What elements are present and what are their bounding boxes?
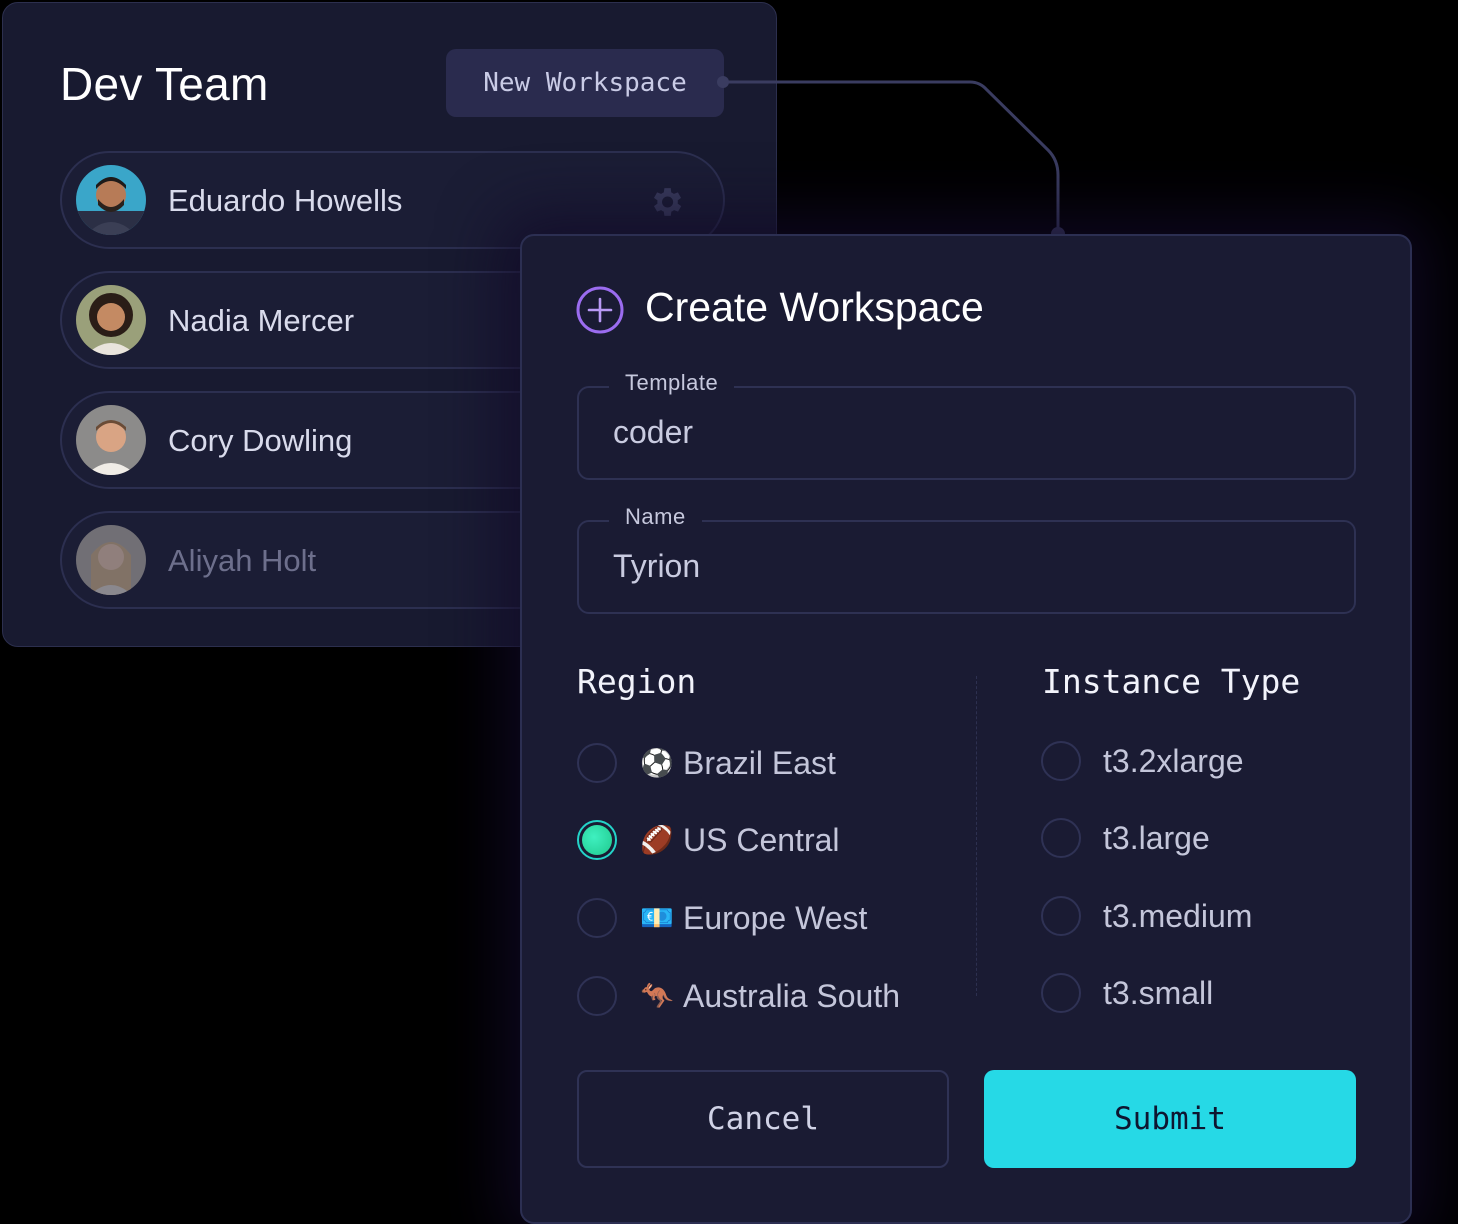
plus-circle-icon [576,286,624,334]
template-label: Template [609,370,735,396]
instance-option-t3-small[interactable]: t3.small [1041,971,1213,1015]
football-icon: 🏈 [640,825,674,855]
name-field[interactable]: Name [577,504,1356,614]
template-field[interactable]: Template [577,370,1356,480]
name-input[interactable] [613,548,1313,585]
submit-button[interactable]: Submit [984,1070,1356,1168]
region-label: Australia South [683,977,901,1014]
new-workspace-button[interactable]: New Workspace [446,49,724,117]
avatar [76,285,146,355]
soccer-ball-icon: ⚽ [640,748,674,778]
instance-label: t3.small [1103,974,1214,1011]
region-title: Region [577,662,697,701]
instance-type-title: Instance Type [1042,662,1301,701]
cancel-button[interactable]: Cancel [577,1070,949,1168]
member-name: Nadia Mercer [168,303,355,338]
radio-button[interactable] [1041,896,1081,936]
instance-option-t3-2xlarge[interactable]: t3.2xlarge [1041,739,1244,783]
instance-label: t3.2xlarge [1103,742,1244,779]
gear-icon[interactable] [647,183,685,221]
instance-label: t3.large [1103,819,1210,856]
team-title: Dev Team [60,58,269,110]
avatar [76,405,146,475]
member-name: Cory Dowling [168,423,353,458]
instance-option-t3-large[interactable]: t3.large [1041,816,1210,860]
radio-button[interactable] [1041,973,1081,1013]
radio-button[interactable] [1041,741,1081,781]
avatar [76,165,146,235]
radio-button[interactable] [577,976,617,1016]
region-label: Europe West [683,899,868,936]
region-option-australia-south[interactable]: 🦘 Australia South [577,974,900,1018]
member-name: Eduardo Howells [168,183,403,218]
region-option-brazil-east[interactable]: ⚽ Brazil East [577,741,836,785]
dialog-title: Create Workspace [645,284,984,330]
radio-button[interactable] [577,898,617,938]
radio-button[interactable] [577,743,617,783]
instance-label: t3.medium [1103,897,1253,934]
column-divider [976,676,977,996]
kangaroo-icon: 🦘 [640,981,674,1011]
region-option-europe-west[interactable]: 💶 Europe West [577,896,867,940]
create-workspace-dialog: Create Workspace Template Name Region In… [520,234,1412,1224]
radio-button[interactable] [1041,818,1081,858]
avatar [76,525,146,595]
region-option-us-central[interactable]: 🏈 US Central [577,818,840,862]
euro-banknote-icon: 💶 [640,903,674,933]
region-label: US Central [683,821,840,858]
region-label: Brazil East [683,744,836,781]
template-input[interactable] [613,414,1313,451]
member-name: Aliyah Holt [168,543,317,578]
name-label: Name [609,504,702,530]
instance-option-t3-medium[interactable]: t3.medium [1041,894,1252,938]
radio-button-selected[interactable] [577,820,617,860]
